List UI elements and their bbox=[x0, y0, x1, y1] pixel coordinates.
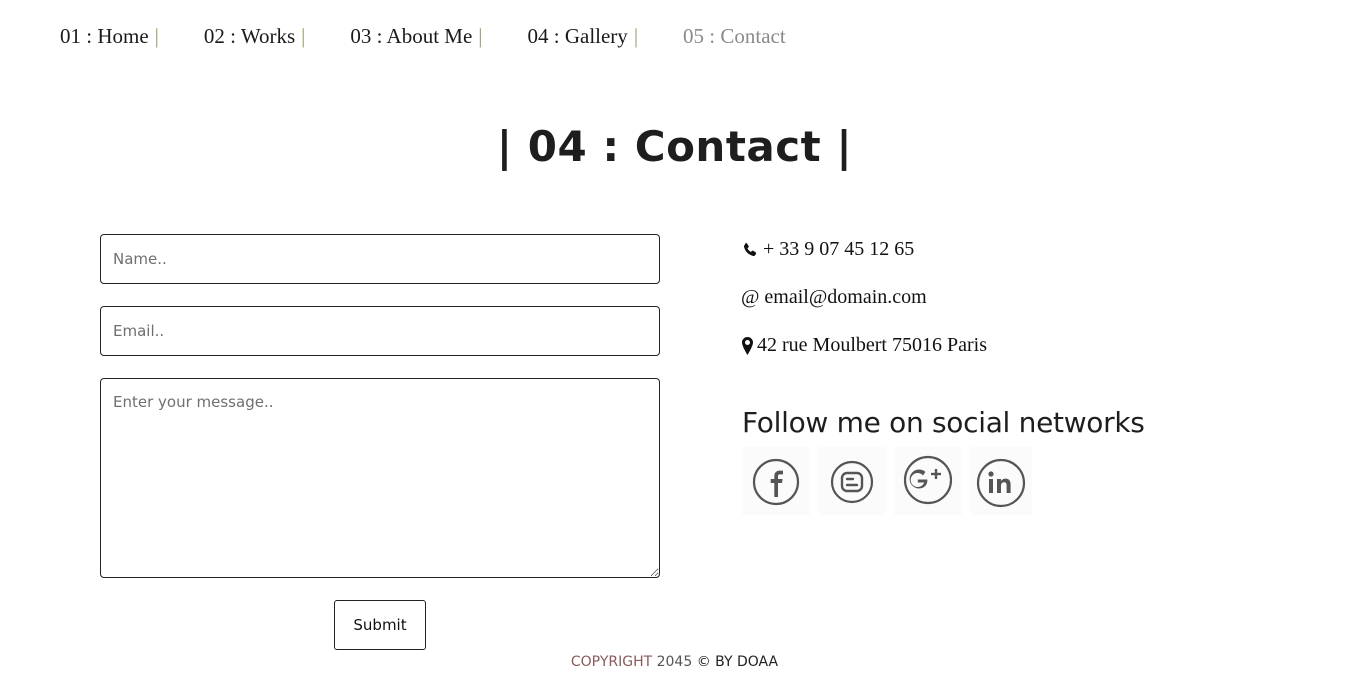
nav-item-label: 02 : Works bbox=[203, 23, 296, 48]
nav-item-label: 03 : About Me bbox=[350, 23, 473, 48]
phone-text: + 33 9 07 45 12 65 bbox=[763, 238, 915, 260]
nav-separator: | bbox=[633, 23, 639, 48]
at-icon: @ bbox=[741, 286, 760, 308]
nav-item-works[interactable]: 02 : Works | bbox=[204, 24, 305, 49]
nav-item-about-me[interactable]: 03 : About Me | bbox=[350, 24, 482, 49]
facebook-icon[interactable] bbox=[742, 447, 810, 515]
page-title: | 04 : Contact | bbox=[496, 122, 853, 171]
footer-author: © BY DOAA bbox=[696, 654, 779, 670]
linkedin-icon[interactable] bbox=[970, 447, 1032, 515]
contact-phone: + 33 9 07 45 12 65 bbox=[741, 238, 914, 261]
phone-icon bbox=[741, 240, 759, 260]
nav-item-gallery[interactable]: 04 : Gallery | bbox=[528, 24, 639, 49]
social-heading: Follow me on social networks bbox=[742, 406, 1145, 439]
blogger-icon[interactable] bbox=[818, 447, 886, 515]
submit-button[interactable]: Submit bbox=[334, 600, 426, 650]
email-text: email@domain.com bbox=[764, 286, 927, 308]
message-field[interactable] bbox=[100, 378, 660, 578]
address-text: 42 rue Moulbert 75016 Paris bbox=[757, 334, 987, 356]
footer-copyright: COPYRIGHT bbox=[570, 654, 653, 670]
nav-item-label: 05 : Contact bbox=[683, 23, 786, 48]
footer-year: 2045 bbox=[656, 654, 693, 670]
nav-item-home[interactable]: 01 : Home | bbox=[60, 24, 159, 49]
main-nav: 01 : Home | 02 : Works | 03 : About Me | 04… bbox=[60, 20, 786, 52]
nav-separator: | bbox=[301, 23, 306, 48]
nav-item-contact[interactable]: 05 : Contact bbox=[683, 24, 786, 49]
map-marker-icon bbox=[741, 336, 753, 356]
contact-address: 42 rue Moulbert 75016 Paris bbox=[741, 334, 987, 357]
name-field[interactable] bbox=[100, 234, 660, 284]
footer: COPYRIGHT 2045 © BY DOAA bbox=[0, 654, 1349, 670]
google-plus-icon[interactable] bbox=[894, 447, 962, 515]
nav-item-label: 04 : Gallery bbox=[527, 23, 628, 48]
social-links bbox=[742, 447, 1040, 515]
contact-email: @ email@domain.com bbox=[741, 286, 927, 309]
nav-separator: | bbox=[154, 23, 159, 48]
nav-separator: | bbox=[478, 23, 483, 48]
email-field[interactable] bbox=[100, 306, 660, 356]
nav-item-label: 01 : Home bbox=[60, 23, 149, 48]
